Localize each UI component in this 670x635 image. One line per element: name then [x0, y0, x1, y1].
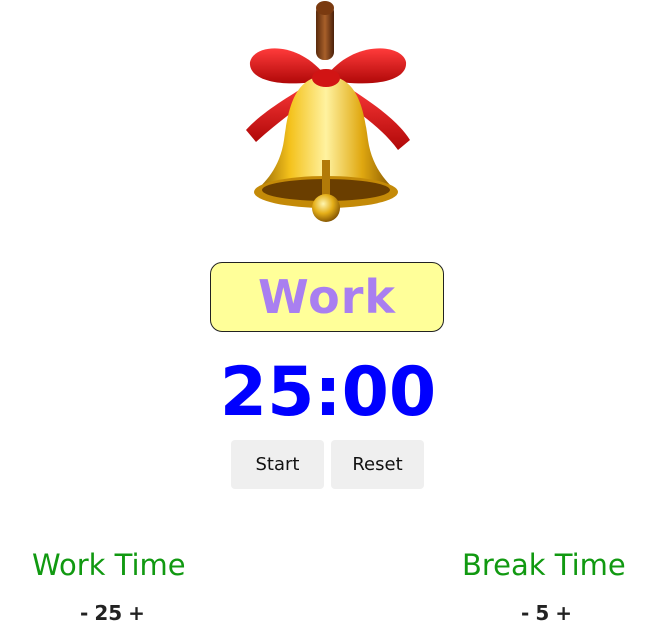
pomodoro-app: Work 25:00 Start Reset Work Time - 25 + …: [0, 0, 670, 635]
work-decrement-button[interactable]: -: [80, 601, 88, 625]
work-increment-button[interactable]: +: [128, 601, 145, 625]
mode-label: Work: [258, 270, 396, 324]
work-time-title: Work Time: [32, 548, 186, 582]
work-time-stepper: - 25 +: [80, 601, 145, 625]
mode-indicator: Work: [210, 262, 444, 332]
break-time-title: Break Time: [462, 548, 626, 582]
break-time-value: 5: [535, 601, 550, 625]
bell-icon: [246, 1, 410, 222]
work-time-value: 25: [94, 601, 123, 625]
reset-button[interactable]: Reset: [331, 440, 424, 489]
break-time-stepper: - 5 +: [521, 601, 572, 625]
start-button[interactable]: Start: [231, 440, 324, 489]
break-decrement-button[interactable]: -: [521, 601, 529, 625]
break-increment-button[interactable]: +: [555, 601, 572, 625]
timer-display: 25:00: [219, 353, 437, 432]
